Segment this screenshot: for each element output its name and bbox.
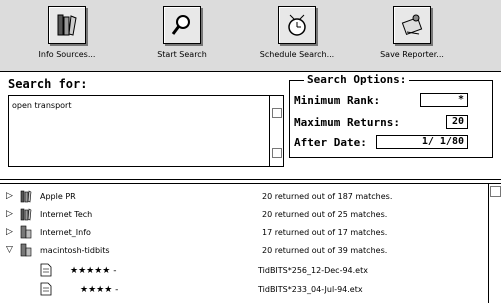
search-options-title: Search Options:	[304, 73, 410, 86]
list-item[interactable]: ▷ Apple PR 20 returned out of 187 matche…	[0, 188, 488, 206]
search-options-panel: Search Options: Minimum Rank: * Maximum …	[289, 73, 493, 158]
source-count: 17 returned out of 17 matches.	[262, 228, 388, 237]
start-search-label: Start Search	[157, 50, 207, 59]
search-for-panel: Search for: open transport	[8, 77, 284, 167]
disclosure-triangle-icon[interactable]: ▷	[6, 191, 13, 201]
source-name: Internet Tech	[40, 210, 93, 219]
scroll-down-arrow-icon[interactable]	[272, 148, 282, 158]
source-count: 20 returned out of 25 matches.	[262, 210, 388, 219]
list-item[interactable]: ▷ Internet_Info 17 returned out of 17 ma…	[0, 224, 488, 242]
save-reporter-button[interactable]: Save Reporter...	[367, 6, 457, 68]
document-filename: TidBITS*256_12-Dec-94.etx	[258, 266, 368, 275]
books-icon	[20, 208, 32, 221]
min-rank-field[interactable]: *	[420, 93, 468, 107]
source-name: Internet_Info	[40, 228, 91, 237]
source-name: Apple PR	[40, 192, 76, 201]
results-scrollbar[interactable]	[488, 184, 501, 303]
search-query-text: open transport	[12, 101, 72, 110]
list-item[interactable]: ▽ macintosh-tidbits 20 returned out of 3…	[0, 242, 488, 260]
document-row[interactable]: ★★★★★ - TidBITS*256_12-Dec-94.etx	[0, 262, 488, 280]
source-count: 20 returned out of 39 matches.	[262, 246, 388, 255]
source-count: 20 returned out of 187 matches.	[262, 192, 393, 201]
books-icon	[48, 6, 86, 44]
rank-stars: ★★★★ -	[80, 285, 119, 295]
scroll-up-arrow-icon[interactable]	[272, 108, 282, 118]
building-icon	[20, 225, 32, 239]
after-date-field[interactable]: 1/ 1/80	[376, 135, 468, 149]
document-icon	[40, 282, 52, 296]
max-returns-label: Maximum Returns:	[294, 116, 400, 129]
scroll-up-arrow-icon[interactable]	[490, 186, 501, 197]
results-list: ▷ Apple PR 20 returned out of 187 matche…	[0, 184, 488, 303]
rank-stars: ★★★★★ -	[70, 266, 117, 276]
search-query-field[interactable]: open transport	[8, 95, 284, 167]
schedule-search-button[interactable]: Schedule Search...	[252, 6, 342, 68]
disclosure-triangle-expanded-icon[interactable]: ▽	[6, 245, 13, 255]
search-query-scrollbar[interactable]	[269, 96, 283, 166]
disclosure-triangle-icon[interactable]: ▷	[6, 209, 13, 219]
after-date-label: After Date:	[294, 136, 367, 149]
save-reporter-label: Save Reporter...	[380, 50, 444, 59]
min-rank-label: Minimum Rank:	[294, 94, 381, 107]
books-icon	[20, 190, 32, 203]
save-reporter-icon	[393, 6, 431, 44]
info-sources-label: Info Sources...	[38, 50, 96, 59]
start-search-button[interactable]: Start Search	[137, 6, 227, 68]
search-for-title: Search for:	[8, 77, 88, 91]
building-icon	[20, 243, 32, 257]
document-icon	[40, 263, 52, 277]
disclosure-triangle-icon[interactable]: ▷	[6, 227, 13, 237]
toolbar: Info Sources... Start Search Schedule Se…	[0, 0, 501, 72]
document-row[interactable]: ★★★★ - TidBITS*233_04-Jul-94.etx	[0, 281, 488, 299]
source-name: macintosh-tidbits	[40, 246, 110, 255]
list-item[interactable]: ▷ Internet Tech 20 returned out of 25 ma…	[0, 206, 488, 224]
document-filename: TidBITS*233_04-Jul-94.etx	[258, 285, 363, 294]
magnifier-icon	[163, 6, 201, 44]
alarm-clock-icon	[278, 6, 316, 44]
info-sources-button[interactable]: Info Sources...	[22, 6, 112, 68]
max-returns-field[interactable]: 20	[446, 115, 468, 129]
schedule-search-label: Schedule Search...	[259, 50, 335, 59]
